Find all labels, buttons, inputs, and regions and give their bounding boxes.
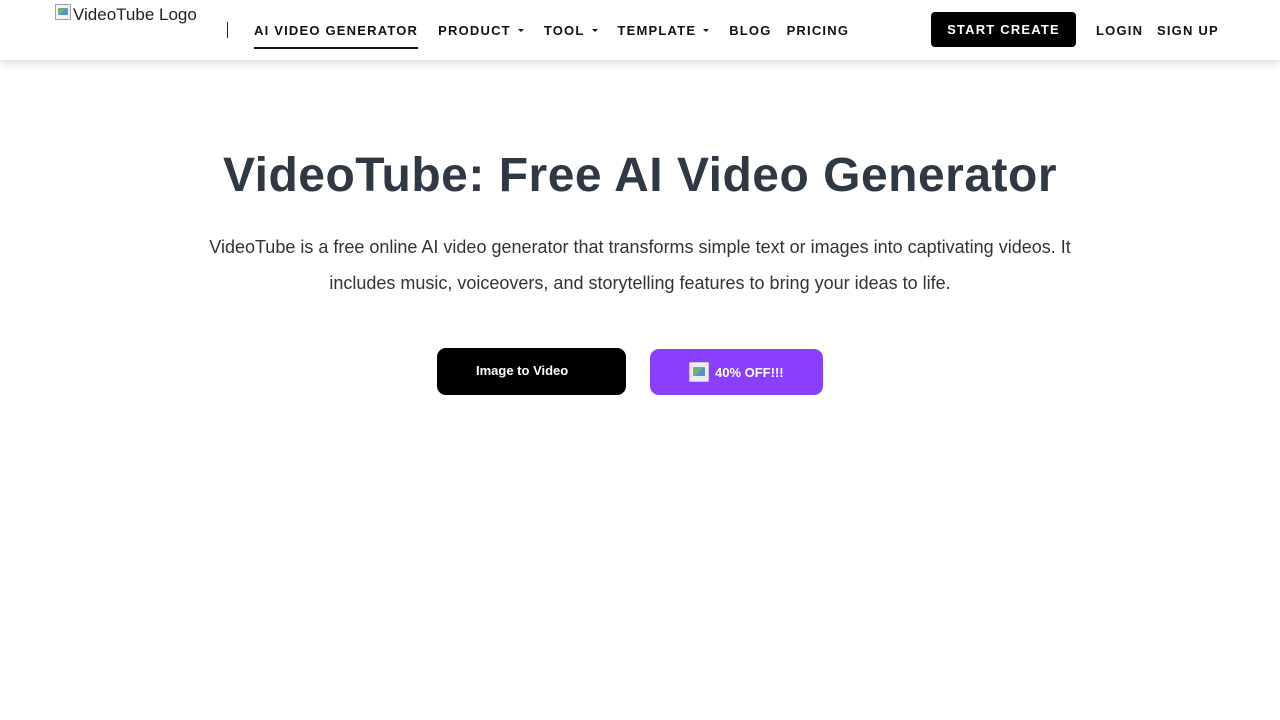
main-nav: AI VIDEO GENERATOR PRODUCT TOOL TEMPLATE… (254, 0, 849, 60)
caret-down-icon (517, 28, 524, 32)
nav-label: PRICING (786, 22, 850, 38)
login-link[interactable]: LOGIN (1096, 0, 1143, 60)
start-create-button[interactable]: START CREATE (931, 12, 1076, 47)
nav-template[interactable]: TEMPLATE (618, 0, 710, 60)
nav-label: BLOG (729, 22, 772, 38)
button-label: Image to Video (476, 363, 569, 378)
nav-blog[interactable]: BLOG (729, 0, 771, 60)
nav-divider (227, 22, 228, 38)
nav-label: PRODUCT (438, 22, 511, 38)
logo[interactable]: VideoTube Logo (55, 3, 197, 27)
nav-pricing[interactable]: PRICING (787, 0, 850, 60)
hero-description: VideoTube is a free online AI video gene… (209, 237, 1071, 293)
nav-ai-video-generator[interactable]: AI VIDEO GENERATOR (254, 0, 419, 60)
nav-tool[interactable]: TOOL (544, 0, 598, 60)
image-to-video-button[interactable]: Image to Video (437, 348, 626, 395)
discount-offer-button[interactable]: 40% OFF!!! (650, 349, 823, 395)
broken-image-icon (689, 362, 709, 382)
nav-label: TEMPLATE (617, 22, 697, 38)
nav-label: AI VIDEO GENERATOR (254, 22, 419, 38)
signup-link[interactable]: SIGN UP (1157, 0, 1219, 60)
button-label: 40% OFF!!! (715, 364, 784, 380)
caret-down-icon (703, 28, 710, 32)
nav-product[interactable]: PRODUCT (438, 0, 524, 60)
logo-alt-text: VideoTube Logo (73, 5, 197, 24)
broken-image-icon (55, 4, 71, 20)
page-title: VideoTube: Free AI Video Generator (222, 149, 1058, 202)
top-navbar: VideoTube Logo AI VIDEO GENERATOR PRODUC… (0, 0, 1280, 60)
caret-down-icon (591, 28, 598, 32)
nav-label: TOOL (543, 22, 585, 38)
